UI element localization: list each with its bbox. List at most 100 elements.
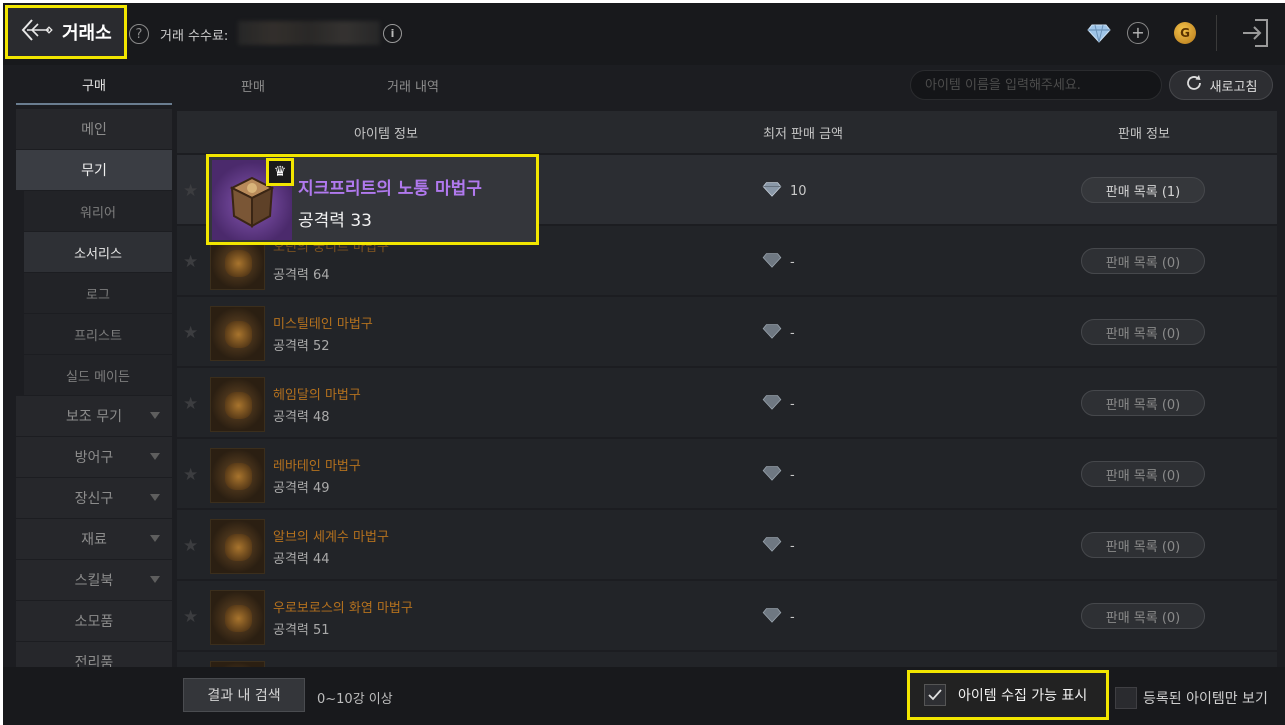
bottom-bar: 결과 내 검색 0~10강 이상 아이템 수집 가능 표시 등록된 아이템만 보… [3,667,1285,725]
chevron-down-icon [150,535,160,542]
show-collectible-toggle[interactable]: 아이템 수집 가능 표시 [907,670,1109,720]
sidebar-item-label: 스킬북 [74,573,114,589]
tab-sell[interactable]: 판매 [203,65,303,105]
sidebar-item-material[interactable]: 재료 [16,519,172,559]
sale-list-button[interactable]: 판매 목록 (1) [1081,177,1205,203]
item-thumbnail [210,448,265,503]
price-cell: - [762,465,795,485]
sidebar-item-main[interactable]: 메인 [16,109,172,149]
favorite-star-icon[interactable]: ★ [183,394,198,414]
sidebar-item-label: 방어구 [74,450,114,466]
price-value: - [790,467,795,483]
sale-list-button[interactable]: 판매 목록 (0) [1081,390,1205,416]
chevron-down-icon [150,494,160,501]
price-value: - [790,254,795,270]
header-divider [1216,15,1217,51]
gem-icon [762,252,782,272]
favorite-star-icon[interactable]: ★ [183,536,198,556]
sidebar-item-priest[interactable]: 프리스트 [24,314,172,354]
gem-icon [762,323,782,343]
price-value: - [790,538,795,554]
checkbox-checked[interactable] [924,684,946,706]
refresh-icon [1185,74,1203,96]
item-name: 알브의 세계수 마법구 [273,530,389,545]
sidebar-item-label: 재료 [81,532,107,548]
price-cell: 10 [762,181,807,201]
info-icon[interactable]: i [383,24,402,43]
item-attack: 공격력 52 [273,339,330,354]
header-sale-info: 판매 정보 [1118,126,1170,142]
tab-history[interactable]: 거래 내역 [363,65,463,105]
search-input[interactable] [910,70,1162,100]
price-cell: - [762,323,795,343]
favorite-star-icon[interactable]: ★ [183,465,198,485]
header-lowest-price: 최저 판매 금액 [762,126,844,142]
favorite-star-icon[interactable]: ★ [183,252,198,272]
item-name: 헤임달의 마법구 [273,388,361,403]
sale-list-button[interactable]: 판매 목록 (0) [1081,248,1205,274]
sidebar-item-sorceress[interactable]: 소서리스 [24,232,172,272]
sale-list-button[interactable]: 판매 목록 (0) [1081,603,1205,629]
favorite-star-icon[interactable]: ★ [183,607,198,627]
gem-icon [762,536,782,556]
tab-buy[interactable]: 구매 [16,65,172,105]
chevron-down-icon [150,576,160,583]
sidebar-item-shield-maiden[interactable]: 실드 메이든 [24,355,172,395]
favorite-star-icon[interactable]: ★ [183,181,198,201]
top-bar: 거래소 ? 거래 수수료: i + G [3,3,1285,65]
price-value: - [790,325,795,341]
collectible-badge-icon: ♛ [266,158,294,186]
gold-icon: G [1174,22,1196,44]
sidebar-item-armor[interactable]: 방어구 [16,437,172,477]
exit-icon[interactable] [1239,17,1271,53]
registered-only-checkbox[interactable] [1115,687,1137,709]
sidebar-item-skillbook[interactable]: 스킬북 [16,560,172,600]
item-thumbnail [210,590,265,645]
enhance-range-text: 0~10강 이상 [317,692,393,707]
registered-only-label: 등록된 아이템만 보기 [1143,691,1268,707]
sidebar-item-accessory[interactable]: 장신구 [16,478,172,518]
table-row[interactable]: ★ 레바테인 마법구 공격력 49 - 판매 목록 (0) [177,439,1277,508]
sidebar-item-sub-weapon[interactable]: 보조 무기 [16,396,172,436]
item-thumbnail [210,519,265,574]
sale-list-button[interactable]: 판매 목록 (0) [1081,532,1205,558]
add-currency-icon[interactable]: + [1127,22,1149,44]
item-thumbnail [210,306,265,361]
search-in-results-button[interactable]: 결과 내 검색 [183,678,305,712]
sale-list-button[interactable]: 판매 목록 (0) [1081,461,1205,487]
gem-icon [762,465,782,485]
table-row[interactable]: ★ 미스틸테인 마법구 공격력 52 - 판매 목록 (0) [177,297,1277,366]
chevron-down-icon [150,412,160,419]
back-button[interactable]: 거래소 [5,5,127,59]
highlighted-item[interactable]: ♛ 지크프리트의 노퉁 마법구 공격력 33 [206,154,539,245]
category-sidebar: 메인 무기 워리어 소서리스 로그 프리스트 실드 메이든 보조 무기 방어구 … [16,109,172,683]
item-name: 지크프리트의 노퉁 마법구 [298,179,482,199]
refresh-button[interactable]: 새로고침 [1169,70,1273,100]
table-row[interactable]: ★ 알브의 세계수 마법구 공격력 44 - 판매 목록 (0) [177,510,1277,579]
price-value: - [790,609,795,625]
fee-label: 거래 수수료: [160,29,229,44]
favorite-star-icon[interactable]: ★ [183,323,198,343]
item-attack: 공격력 33 [298,211,372,231]
tab-bar: 구매 판매 거래 내역 새로고침 [3,65,1285,107]
refresh-label: 새로고침 [1209,79,1258,95]
table-row[interactable]: ★ 헤임달의 마법구 공격력 48 - 판매 목록 (0) [177,368,1277,437]
sidebar-item-weapon[interactable]: 무기 [16,150,172,190]
table-row-partial [177,652,1277,667]
price-value: 10 [790,183,807,199]
item-name: 우로보로스의 화염 마법구 [273,601,413,616]
item-attack: 공격력 48 [273,410,330,425]
help-icon[interactable]: ? [129,24,149,44]
item-thumbnail [210,377,265,432]
table-header: 아이템 정보 최저 판매 금액 판매 정보 [177,111,1277,153]
sidebar-item-rogue[interactable]: 로그 [24,273,172,313]
item-attack: 공격력 64 [273,268,330,283]
sidebar-item-consumable[interactable]: 소모품 [16,601,172,641]
back-arrow-icon [20,17,54,47]
collect-label: 아이템 수집 가능 표시 [958,688,1088,704]
sale-list-button[interactable]: 판매 목록 (0) [1081,319,1205,345]
sidebar-item-warrior[interactable]: 워리어 [24,191,172,231]
price-cell: - [762,394,795,414]
item-name: 레바테인 마법구 [273,459,361,474]
table-row[interactable]: ★ 우로보로스의 화염 마법구 공격력 51 - 판매 목록 (0) [177,581,1277,650]
